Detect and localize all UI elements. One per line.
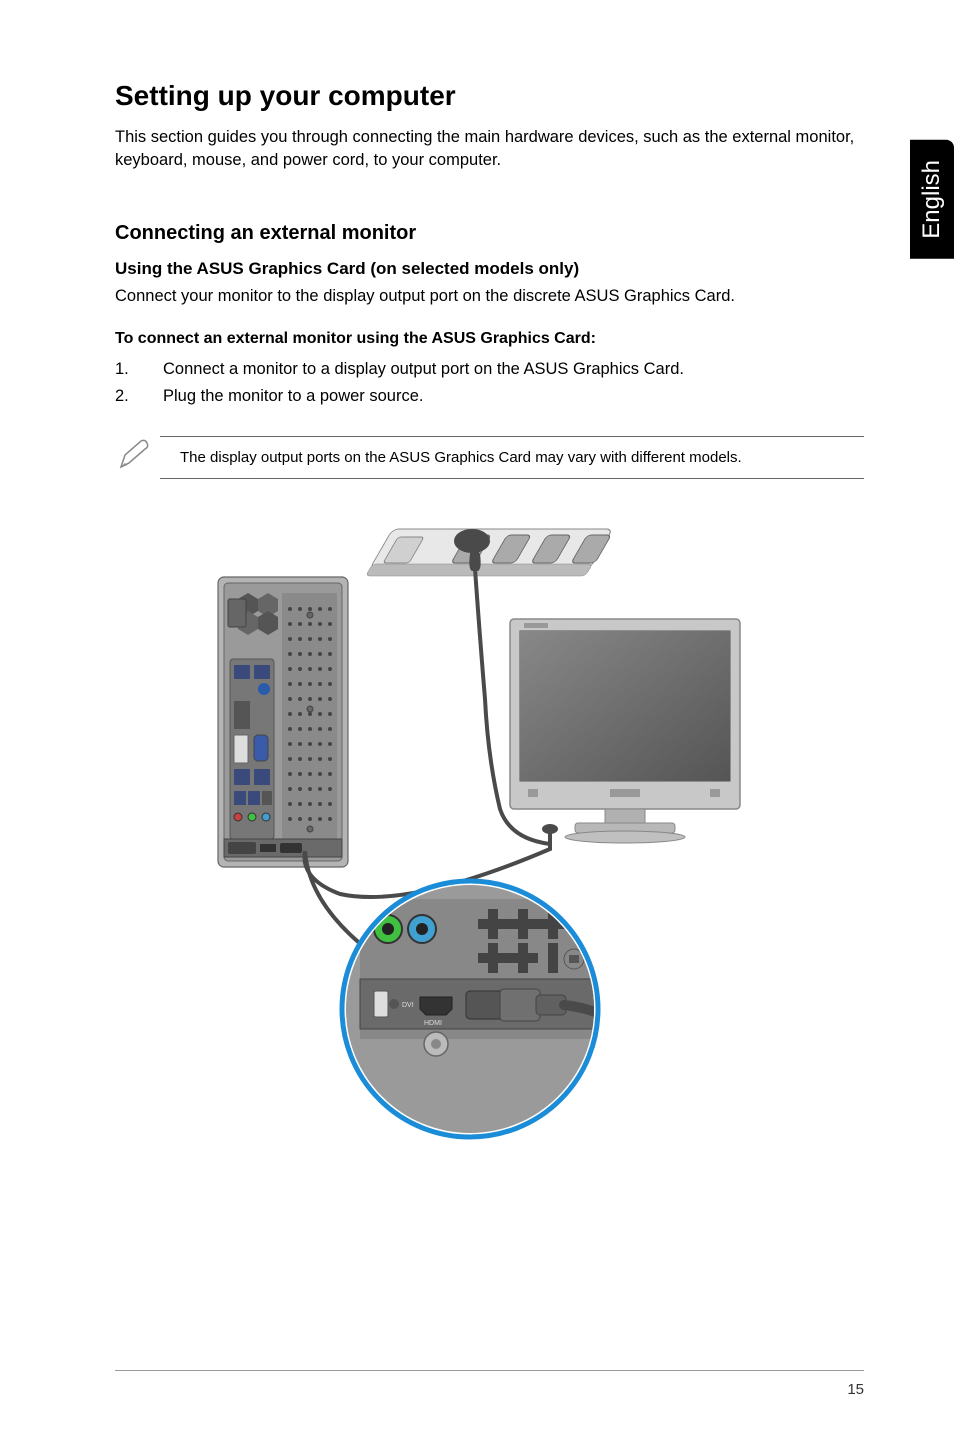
subsection-title: Using the ASUS Graphics Card (on selecte… bbox=[115, 259, 864, 279]
list-item: 2. Plug the monitor to a power source. bbox=[115, 387, 864, 406]
page-heading: Setting up your computer bbox=[115, 80, 864, 112]
step-number: 1. bbox=[115, 360, 163, 379]
connection-diagram: DVI HDMI bbox=[115, 499, 864, 1154]
pencil-icon bbox=[115, 437, 160, 478]
intro-paragraph: This section guides you through connecti… bbox=[115, 126, 864, 172]
note-text: The display output ports on the ASUS Gra… bbox=[160, 436, 864, 479]
list-item: 1. Connect a monitor to a display output… bbox=[115, 360, 864, 379]
steps-title: To connect an external monitor using the… bbox=[115, 330, 864, 348]
page-footer: 15 bbox=[115, 1370, 864, 1398]
note-callout: The display output ports on the ASUS Gra… bbox=[115, 436, 864, 479]
page-number: 15 bbox=[847, 1381, 864, 1398]
section-title: Connecting an external monitor bbox=[115, 222, 864, 245]
steps-list: 1. Connect a monitor to a display output… bbox=[115, 360, 864, 406]
hdmi-label: HDMI bbox=[424, 1020, 442, 1027]
dvi-label: DVI bbox=[402, 1002, 414, 1009]
step-text: Connect a monitor to a display output po… bbox=[163, 360, 684, 379]
section-body: Connect your monitor to the display outp… bbox=[115, 287, 864, 306]
step-number: 2. bbox=[115, 387, 163, 406]
step-text: Plug the monitor to a power source. bbox=[163, 387, 423, 406]
page-content: Setting up your computer This section gu… bbox=[0, 0, 954, 1438]
